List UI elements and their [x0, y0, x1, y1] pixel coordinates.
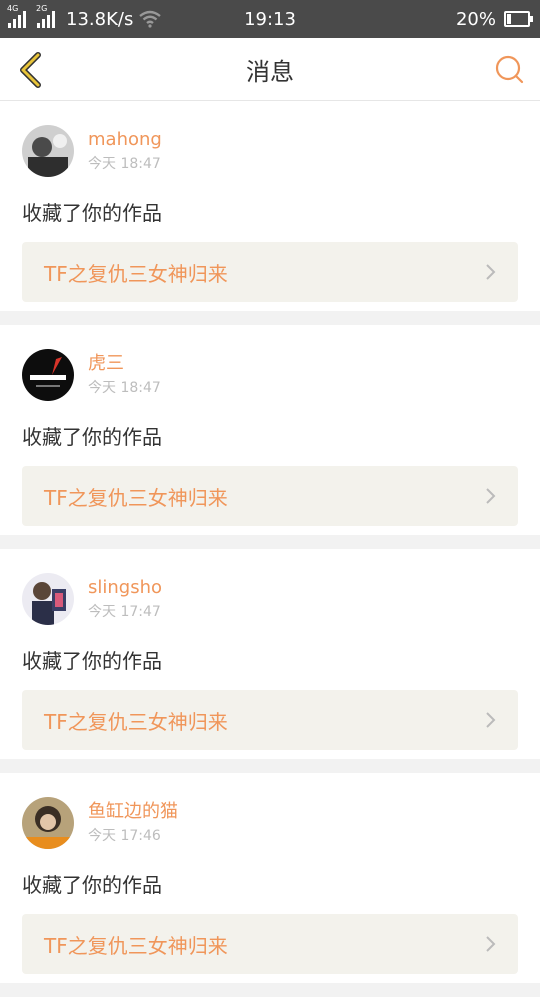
- signal-icon-1: 4G: [7, 4, 31, 28]
- message-card: 虎三 今天 18:47 收藏了你的作品 TF之复仇三女神归来: [0, 325, 540, 535]
- signal-icon-2: 2G: [36, 4, 60, 28]
- avatar[interactable]: [22, 573, 74, 625]
- back-button[interactable]: [12, 50, 48, 90]
- username[interactable]: 虎三: [88, 352, 161, 376]
- page-title: 消息: [246, 57, 294, 86]
- message-card: 鱼缸边的猫 今天 17:46 收藏了你的作品 TF之复仇三女神归来: [0, 773, 540, 983]
- battery-icon: [504, 11, 533, 27]
- message-card: slingsho 今天 17:47 收藏了你的作品 TF之复仇三女神归来: [0, 549, 540, 759]
- chevron-right-icon: [486, 936, 496, 952]
- work-title: TF之复仇三女神归来: [44, 709, 228, 734]
- chevron-right-icon: [486, 488, 496, 504]
- message-header: slingsho 今天 17:47: [22, 573, 518, 625]
- chevron-left-icon: [20, 52, 41, 88]
- avatar[interactable]: [22, 349, 74, 401]
- work-link[interactable]: TF之复仇三女神归来: [22, 914, 518, 974]
- wifi-icon: [139, 10, 162, 28]
- message-header: mahong 今天 18:47: [22, 125, 518, 177]
- message-meta: slingsho 今天 17:47: [88, 576, 162, 622]
- network-speed: 13.8K/s: [66, 8, 134, 30]
- battery-percent: 20%: [455, 8, 496, 30]
- message-header: 虎三 今天 18:47: [22, 349, 518, 401]
- work-link[interactable]: TF之复仇三女神归来: [22, 242, 518, 302]
- message-header: 鱼缸边的猫 今天 17:46: [22, 797, 518, 849]
- chevron-right-icon: [486, 712, 496, 728]
- username[interactable]: 鱼缸边的猫: [88, 800, 178, 824]
- avatar[interactable]: [22, 797, 74, 849]
- username[interactable]: slingsho: [88, 576, 162, 600]
- network-type-2: 2G: [36, 4, 48, 13]
- work-title: TF之复仇三女神归来: [44, 261, 228, 286]
- username[interactable]: mahong: [88, 128, 162, 152]
- avatar[interactable]: [22, 125, 74, 177]
- message-meta: mahong 今天 18:47: [88, 128, 162, 174]
- message-meta: 鱼缸边的猫 今天 17:46: [88, 800, 178, 846]
- work-link[interactable]: TF之复仇三女神归来: [22, 466, 518, 526]
- search-icon: [495, 55, 524, 84]
- network-type-1: 4G: [7, 4, 19, 13]
- message-time: 今天 18:47: [88, 380, 161, 396]
- message-action: 收藏了你的作品: [22, 873, 162, 897]
- message-time: 今天 17:46: [88, 828, 161, 844]
- work-title: TF之复仇三女神归来: [44, 933, 228, 958]
- message-action: 收藏了你的作品: [22, 425, 162, 449]
- chevron-right-icon: [486, 264, 496, 280]
- message-meta: 虎三 今天 18:47: [88, 352, 161, 398]
- status-left: 4G 2G 13.8K/s: [7, 4, 162, 30]
- search-button[interactable]: [490, 50, 530, 90]
- work-link[interactable]: TF之复仇三女神归来: [22, 690, 518, 750]
- message-time: 今天 17:47: [88, 604, 161, 620]
- message-card: mahong 今天 18:47 收藏了你的作品 TF之复仇三女神归来: [0, 101, 540, 311]
- message-action: 收藏了你的作品: [22, 201, 162, 225]
- status-right: 20%: [455, 8, 533, 30]
- nav-bar: 消息: [0, 38, 540, 101]
- message-action: 收藏了你的作品: [22, 649, 162, 673]
- work-title: TF之复仇三女神归来: [44, 485, 228, 510]
- message-list: mahong 今天 18:47 收藏了你的作品 TF之复仇三女神归来 虎三 今天…: [0, 101, 540, 997]
- status-bar: 4G 2G 13.8K/s 19:13 20%: [0, 0, 540, 38]
- message-time: 今天 18:47: [88, 156, 161, 172]
